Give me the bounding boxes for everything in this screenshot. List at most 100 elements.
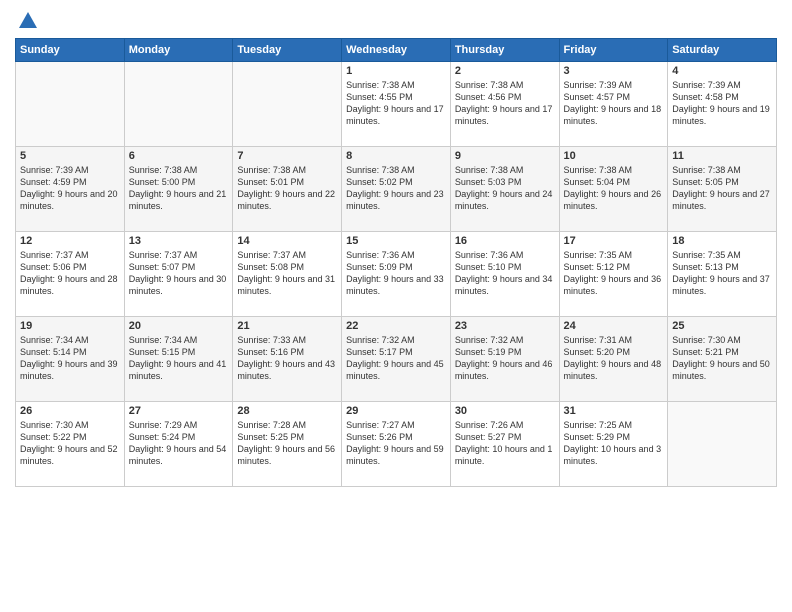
weekday-header: Friday: [559, 39, 668, 62]
day-info: Sunrise: 7:35 AM Sunset: 5:12 PM Dayligh…: [564, 249, 664, 298]
calendar-cell: 9 Sunrise: 7:38 AM Sunset: 5:03 PM Daylig…: [450, 147, 559, 232]
day-info: Sunrise: 7:38 AM Sunset: 5:02 PM Dayligh…: [346, 164, 446, 213]
calendar-cell: 3 Sunrise: 7:39 AM Sunset: 4:57 PM Daylig…: [559, 62, 668, 147]
calendar-cell: 27 Sunrise: 7:29 AM Sunset: 5:24 PM Dayli…: [124, 402, 233, 487]
day-number: 20: [129, 320, 229, 332]
day-info: Sunrise: 7:36 AM Sunset: 5:09 PM Dayligh…: [346, 249, 446, 298]
day-number: 28: [237, 405, 337, 417]
day-info: Sunrise: 7:37 AM Sunset: 5:07 PM Dayligh…: [129, 249, 229, 298]
day-info: Sunrise: 7:36 AM Sunset: 5:10 PM Dayligh…: [455, 249, 555, 298]
day-info: Sunrise: 7:26 AM Sunset: 5:27 PM Dayligh…: [455, 419, 555, 468]
day-number: 22: [346, 320, 446, 332]
calendar-cell: [124, 62, 233, 147]
calendar-cell: 16Sunrise: 7:36 AM Sunset: 5:10 PM Dayli…: [450, 232, 559, 317]
day-info: Sunrise: 7:31 AM Sunset: 5:20 PM Dayligh…: [564, 334, 664, 383]
weekday-header: Tuesday: [233, 39, 342, 62]
calendar-cell: 23 Sunrise: 7:32 AM Sunset: 5:19 PM Dayli…: [450, 317, 559, 402]
calendar-cell: 22 Sunrise: 7:32 AM Sunset: 5:17 PM Dayli…: [342, 317, 451, 402]
calendar-week-row: 19 Sunrise: 7:34 AM Sunset: 5:14 PM Dayli…: [16, 317, 777, 402]
logo: [15, 10, 39, 30]
day-number: 9: [455, 150, 555, 162]
weekday-header: Wednesday: [342, 39, 451, 62]
calendar-cell: 8Sunrise: 7:38 AM Sunset: 5:02 PM Daylig…: [342, 147, 451, 232]
weekday-header: Thursday: [450, 39, 559, 62]
calendar-cell: 26Sunrise: 7:30 AM Sunset: 5:22 PM Dayli…: [16, 402, 125, 487]
day-number: 10: [564, 150, 664, 162]
day-number: 24: [564, 320, 664, 332]
day-info: Sunrise: 7:33 AM Sunset: 5:16 PM Dayligh…: [237, 334, 337, 383]
day-info: Sunrise: 7:39 AM Sunset: 4:58 PM Dayligh…: [672, 79, 772, 128]
weekday-header: Monday: [124, 39, 233, 62]
calendar-cell: [16, 62, 125, 147]
day-number: 21: [237, 320, 337, 332]
day-number: 18: [672, 235, 772, 247]
day-info: Sunrise: 7:38 AM Sunset: 5:04 PM Dayligh…: [564, 164, 664, 213]
calendar-cell: 2 Sunrise: 7:38 AM Sunset: 4:56 PM Daylig…: [450, 62, 559, 147]
calendar-week-row: 1 Sunrise: 7:38 AM Sunset: 4:55 PM Daylig…: [16, 62, 777, 147]
day-info: Sunrise: 7:34 AM Sunset: 5:15 PM Dayligh…: [129, 334, 229, 383]
day-number: 12: [20, 235, 120, 247]
day-info: Sunrise: 7:39 AM Sunset: 4:59 PM Dayligh…: [20, 164, 120, 213]
calendar-cell: 1 Sunrise: 7:38 AM Sunset: 4:55 PM Daylig…: [342, 62, 451, 147]
day-number: 11: [672, 150, 772, 162]
calendar-week-row: 12 Sunrise: 7:37 AM Sunset: 5:06 PM Dayli…: [16, 232, 777, 317]
day-number: 25: [672, 320, 772, 332]
day-info: Sunrise: 7:30 AM Sunset: 5:21 PM Dayligh…: [672, 334, 772, 383]
calendar-cell: 13 Sunrise: 7:37 AM Sunset: 5:07 PM Dayli…: [124, 232, 233, 317]
calendar-week-row: 5Sunrise: 7:39 AM Sunset: 4:59 PM Daylig…: [16, 147, 777, 232]
day-number: 2: [455, 65, 555, 77]
day-number: 29: [346, 405, 446, 417]
logo-icon: [17, 10, 39, 32]
day-info: Sunrise: 7:38 AM Sunset: 4:55 PM Dayligh…: [346, 79, 446, 128]
calendar-header-row: SundayMondayTuesdayWednesdayThursdayFrid…: [16, 39, 777, 62]
day-number: 6: [129, 150, 229, 162]
day-info: Sunrise: 7:32 AM Sunset: 5:17 PM Dayligh…: [346, 334, 446, 383]
calendar-page: SundayMondayTuesdayWednesdayThursdayFrid…: [0, 0, 792, 612]
calendar-cell: 11 Sunrise: 7:38 AM Sunset: 5:05 PM Dayli…: [668, 147, 777, 232]
weekday-header: Sunday: [16, 39, 125, 62]
day-info: Sunrise: 7:30 AM Sunset: 5:22 PM Dayligh…: [20, 419, 120, 468]
calendar-cell: 10 Sunrise: 7:38 AM Sunset: 5:04 PM Dayli…: [559, 147, 668, 232]
calendar-table: SundayMondayTuesdayWednesdayThursdayFrid…: [15, 38, 777, 487]
page-header: [15, 10, 777, 30]
day-info: Sunrise: 7:32 AM Sunset: 5:19 PM Dayligh…: [455, 334, 555, 383]
calendar-cell: 12 Sunrise: 7:37 AM Sunset: 5:06 PM Dayli…: [16, 232, 125, 317]
day-number: 30: [455, 405, 555, 417]
day-info: Sunrise: 7:28 AM Sunset: 5:25 PM Dayligh…: [237, 419, 337, 468]
calendar-cell: 15 Sunrise: 7:36 AM Sunset: 5:09 PM Dayli…: [342, 232, 451, 317]
calendar-cell: 14Sunrise: 7:37 AM Sunset: 5:08 PM Dayli…: [233, 232, 342, 317]
day-info: Sunrise: 7:34 AM Sunset: 5:14 PM Dayligh…: [20, 334, 120, 383]
day-info: Sunrise: 7:38 AM Sunset: 4:56 PM Dayligh…: [455, 79, 555, 128]
day-info: Sunrise: 7:37 AM Sunset: 5:06 PM Dayligh…: [20, 249, 120, 298]
weekday-header: Saturday: [668, 39, 777, 62]
calendar-cell: 31Sunrise: 7:25 AM Sunset: 5:29 PM Dayli…: [559, 402, 668, 487]
calendar-week-row: 26Sunrise: 7:30 AM Sunset: 5:22 PM Dayli…: [16, 402, 777, 487]
calendar-cell: [668, 402, 777, 487]
day-number: 7: [237, 150, 337, 162]
calendar-cell: 19 Sunrise: 7:34 AM Sunset: 5:14 PM Dayli…: [16, 317, 125, 402]
day-number: 19: [20, 320, 120, 332]
day-number: 15: [346, 235, 446, 247]
calendar-cell: 5Sunrise: 7:39 AM Sunset: 4:59 PM Daylig…: [16, 147, 125, 232]
day-info: Sunrise: 7:29 AM Sunset: 5:24 PM Dayligh…: [129, 419, 229, 468]
day-info: Sunrise: 7:39 AM Sunset: 4:57 PM Dayligh…: [564, 79, 664, 128]
day-info: Sunrise: 7:38 AM Sunset: 5:03 PM Dayligh…: [455, 164, 555, 213]
day-info: Sunrise: 7:27 AM Sunset: 5:26 PM Dayligh…: [346, 419, 446, 468]
day-number: 13: [129, 235, 229, 247]
day-number: 23: [455, 320, 555, 332]
day-number: 27: [129, 405, 229, 417]
day-number: 14: [237, 235, 337, 247]
calendar-cell: 28 Sunrise: 7:28 AM Sunset: 5:25 PM Dayli…: [233, 402, 342, 487]
calendar-cell: 7Sunrise: 7:38 AM Sunset: 5:01 PM Daylig…: [233, 147, 342, 232]
calendar-cell: 17Sunrise: 7:35 AM Sunset: 5:12 PM Dayli…: [559, 232, 668, 317]
calendar-cell: 25 Sunrise: 7:30 AM Sunset: 5:21 PM Dayli…: [668, 317, 777, 402]
day-info: Sunrise: 7:35 AM Sunset: 5:13 PM Dayligh…: [672, 249, 772, 298]
calendar-cell: [233, 62, 342, 147]
calendar-cell: 21 Sunrise: 7:33 AM Sunset: 5:16 PM Dayli…: [233, 317, 342, 402]
calendar-cell: 18 Sunrise: 7:35 AM Sunset: 5:13 PM Dayli…: [668, 232, 777, 317]
calendar-cell: 29 Sunrise: 7:27 AM Sunset: 5:26 PM Dayli…: [342, 402, 451, 487]
day-number: 1: [346, 65, 446, 77]
day-number: 3: [564, 65, 664, 77]
day-number: 4: [672, 65, 772, 77]
day-info: Sunrise: 7:38 AM Sunset: 5:05 PM Dayligh…: [672, 164, 772, 213]
